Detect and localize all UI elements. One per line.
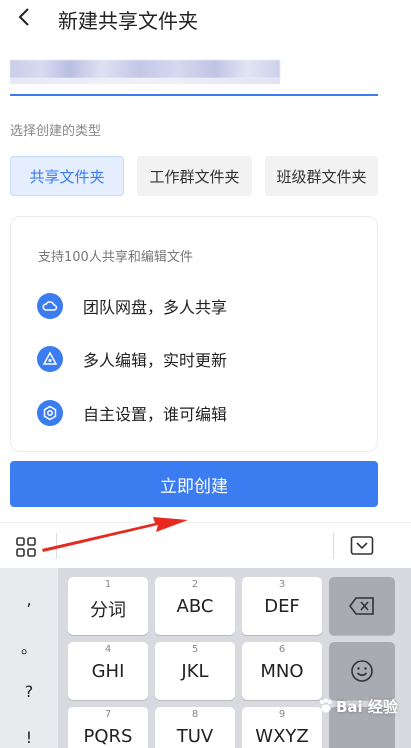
type-class-group-folder-button[interactable]: 班级群文件夹 — [265, 156, 378, 196]
grid-menu-icon[interactable] — [16, 537, 36, 557]
smiley-icon — [351, 660, 373, 682]
symbol-column: , 。 ? ! — [0, 568, 58, 748]
feature-text: 自主设置，谁可编辑 — [83, 405, 228, 424]
toolbar-divider — [333, 533, 334, 559]
type-label: 选择创建的类型 — [10, 124, 102, 139]
type-shared-folder-button[interactable]: 共享文件夹 — [10, 156, 124, 196]
blurred-name-text — [10, 60, 280, 78]
page-title: 新建共享文件夹 — [58, 9, 198, 33]
key-label: WXYZ — [255, 726, 309, 747]
key-number: 9 — [278, 709, 286, 720]
paw-logo-icon — [320, 698, 332, 713]
key-8[interactable]: 8 TUV — [155, 707, 235, 748]
baidu-jingyan-watermark: Bai 经验 — [318, 694, 411, 734]
key-number: 8 — [191, 709, 199, 720]
feature-item: 自主设置，谁可编辑 — [37, 398, 227, 428]
cloud-icon — [37, 293, 63, 319]
key-number: 1 — [104, 579, 112, 590]
symbol-key[interactable]: 。 — [0, 634, 58, 658]
backspace-icon — [349, 597, 374, 615]
key-label: PQRS — [83, 726, 133, 747]
info-card: 支持100人共享和编辑文件 团队网盘，多人共享 多人编辑，实时更新 自主设置，谁… — [10, 216, 378, 452]
key-4[interactable]: 4 GHI — [68, 642, 148, 700]
backspace-key[interactable] — [329, 577, 395, 635]
watermark-text: Bai 经验 — [336, 698, 398, 716]
key-number: 7 — [104, 709, 112, 720]
key-3[interactable]: 3 DEF — [242, 577, 322, 635]
symbol-key[interactable]: ? — [0, 682, 58, 701]
symbol-key[interactable]: ! — [0, 728, 58, 747]
key-number: 5 — [191, 644, 199, 655]
triangle-edit-icon — [37, 346, 63, 372]
key-number: 2 — [191, 579, 199, 590]
chevron-left-icon[interactable] — [14, 6, 36, 28]
key-1[interactable]: 1 分词 — [68, 577, 148, 635]
key-number: 4 — [104, 644, 112, 655]
key-2[interactable]: 2 ABC — [155, 577, 235, 635]
emoji-key[interactable] — [329, 642, 395, 700]
key-5[interactable]: 5 JKL — [155, 642, 235, 700]
feature-item: 团队网盘，多人共享 — [37, 291, 227, 321]
key-9[interactable]: 9 WXYZ — [242, 707, 322, 748]
feature-text: 多人编辑，实时更新 — [83, 351, 228, 370]
key-label: DEF — [264, 596, 300, 617]
folder-name-input[interactable] — [10, 56, 378, 96]
key-label: ABC — [176, 596, 214, 617]
key-label: MNO — [260, 661, 304, 682]
key-7[interactable]: 7 PQRS — [68, 707, 148, 748]
create-now-button[interactable]: 立即创建 — [10, 461, 378, 507]
hexagon-settings-icon — [37, 400, 63, 426]
key-label: GHI — [91, 661, 125, 682]
key-label: TUV — [176, 726, 214, 747]
red-arrow-annotation — [42, 517, 188, 552]
key-label: JKL — [181, 661, 209, 682]
feature-item: 多人编辑，实时更新 — [37, 344, 227, 374]
key-number: 6 — [278, 644, 286, 655]
app-header: 新建共享文件夹 — [0, 0, 411, 40]
hide-keyboard-icon[interactable] — [350, 535, 374, 557]
key-6[interactable]: 6 MNO — [242, 642, 322, 700]
card-description: 支持100人共享和编辑文件 — [38, 250, 193, 265]
key-label: 分词 — [90, 600, 126, 621]
symbol-key[interactable]: , — [0, 590, 58, 609]
feature-text: 团队网盘，多人共享 — [83, 298, 228, 317]
blurred-name-shadow — [10, 78, 280, 84]
key-number: 3 — [278, 579, 286, 590]
type-work-group-folder-button[interactable]: 工作群文件夹 — [137, 156, 252, 196]
